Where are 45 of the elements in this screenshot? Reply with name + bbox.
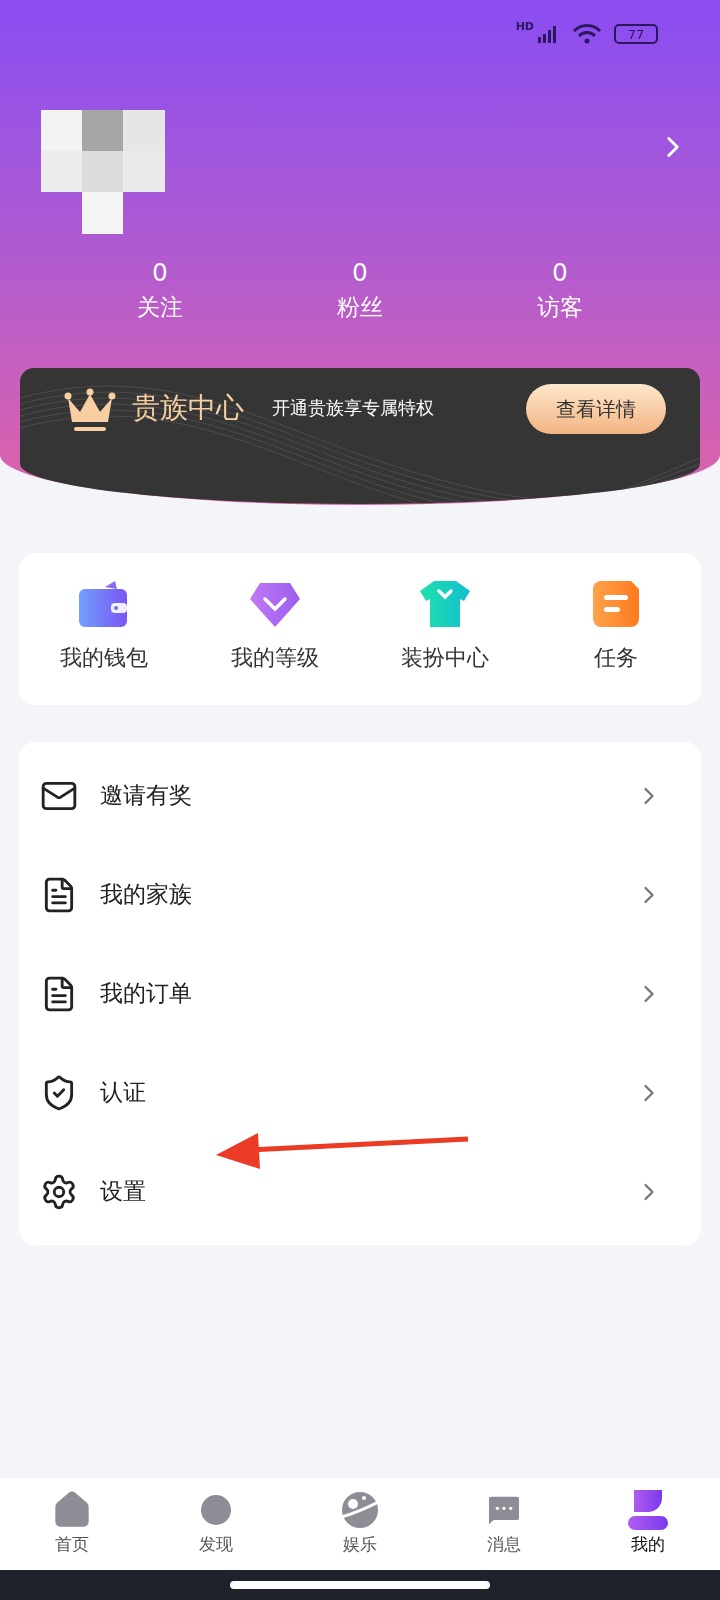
stat-count: 0	[152, 257, 168, 289]
home-icon	[52, 1490, 92, 1530]
menu-item[interactable]: 我的家族	[19, 845, 701, 944]
menu-label: 设置	[100, 1177, 146, 1207]
tab-label: 消息	[487, 1533, 521, 1556]
menu-label: 我的订单	[100, 979, 192, 1009]
quick-action-label[interactable]: 任务	[593, 641, 638, 674]
details-button[interactable]: 查看详情	[526, 384, 666, 434]
tab-label: 我的	[631, 1533, 665, 1556]
settings-icon	[40, 1172, 78, 1211]
menu-item[interactable]: 认证	[19, 1043, 701, 1142]
stat-label: 粉丝	[337, 293, 383, 322]
menu-label: 邀请有奖	[100, 781, 192, 811]
wifi-icon	[572, 23, 602, 45]
tab[interactable]: 首页	[0, 1490, 144, 1570]
quick-action-label[interactable]: 我的钱包	[60, 641, 149, 674]
noble-card[interactable]: 贵族中心 开通贵族享专属特权 查看详情	[20, 368, 700, 504]
stat-label: 关注	[137, 293, 183, 322]
noble-title: 贵族中心	[132, 390, 244, 426]
shirt-icon	[420, 581, 471, 627]
tab[interactable]: 我的	[576, 1490, 720, 1570]
tab-label: 娱乐	[343, 1533, 377, 1556]
menu-label: 我的家族	[100, 880, 192, 910]
crown-icon	[64, 388, 116, 434]
tab[interactable]: 娱乐	[288, 1490, 432, 1570]
person-icon	[628, 1490, 668, 1530]
quick-action-label[interactable]: 装扮中心	[401, 641, 490, 674]
quick-action-label[interactable]: 我的等级	[230, 641, 319, 674]
noble-subtitle: 开通贵族享专属特权	[272, 396, 434, 420]
stat-label: 访客	[537, 293, 583, 322]
task-icon	[592, 581, 639, 627]
stat-count: 0	[552, 257, 568, 289]
network-label: HD	[515, 20, 534, 32]
stat-count: 0	[352, 257, 368, 289]
battery-indicator: 77	[614, 24, 658, 44]
tab-label: 发现	[199, 1533, 233, 1556]
tab[interactable]: 发现	[144, 1490, 288, 1570]
menu-item[interactable]: 邀请有奖	[19, 746, 701, 845]
menu-item[interactable]: 设置	[19, 1142, 701, 1241]
diamond-icon	[249, 581, 300, 627]
menu-item[interactable]: 我的订单	[19, 944, 701, 1043]
tab-label: 首页	[55, 1533, 89, 1556]
menu-label: 认证	[100, 1078, 146, 1108]
wallet-icon	[79, 581, 130, 627]
tab[interactable]: 消息	[432, 1490, 576, 1570]
